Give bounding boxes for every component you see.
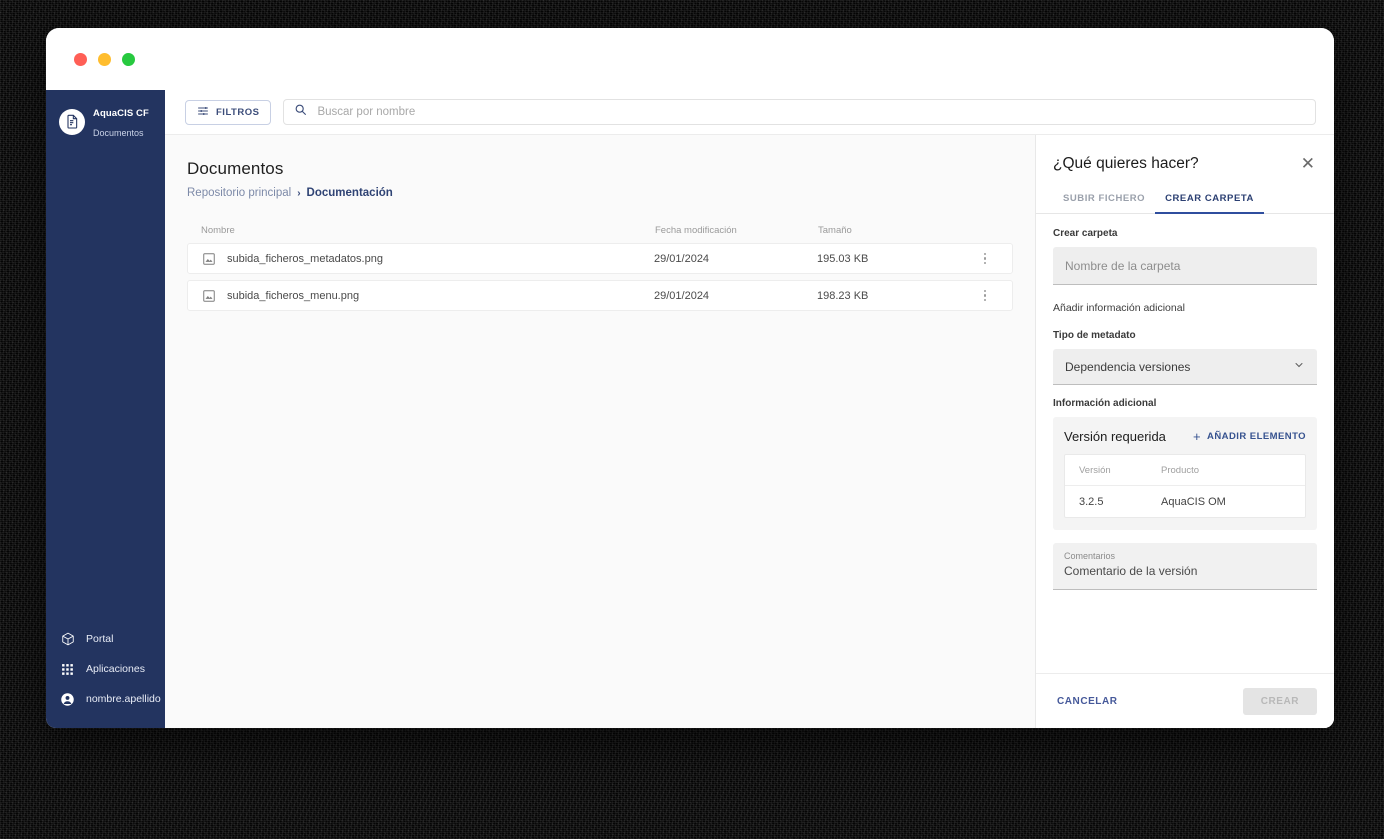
metadata-type-label: Tipo de metadato [1053,330,1136,341]
product-value: AquaCIS OM [1161,495,1226,508]
file-table-body: subida_ficheros_metadatos.png 29/01/2024… [187,243,1013,311]
breadcrumb-current[interactable]: Documentación [307,187,393,199]
table-row[interactable]: subida_ficheros_menu.png 29/01/2024 198.… [187,280,1013,311]
additional-info-label: Añadir información adicional [1053,302,1185,314]
file-size-label: 195.03 KB [817,252,869,265]
sliders-icon [197,105,209,120]
version-value: 3.2.5 [1079,495,1104,508]
comments-field[interactable]: Comentarios Comentario de la versión [1053,543,1317,590]
drawer-footer: CANCELAR CREAR [1036,673,1334,728]
breadcrumb: Repositorio principal › Documentación [187,187,1013,199]
drawer-tabs: SUBIR FICHERO CREAR CARPETA [1036,193,1334,214]
create-folder-label: Crear carpeta [1053,228,1118,239]
version-table-header: Versión Producto [1065,455,1305,486]
minimize-window-button[interactable] [98,52,111,66]
metadata-type-select[interactable]: Dependencia versiones [1053,349,1317,385]
version-required-card: Versión requerida + AÑADIR ELEMENTO Vers… [1053,417,1317,530]
zoom-window-button[interactable] [122,52,135,66]
file-table-header: Nombre Fecha modificación Tamaño [187,225,1013,243]
cube-icon [60,632,75,647]
page-title: Documentos [187,159,284,178]
chevron-down-icon [1293,359,1305,374]
comments-label: Comentarios [1064,551,1116,561]
image-file-icon [202,252,216,266]
sidebar-bottom-nav: Portal Aplicaciones nombre.apellido [46,624,165,728]
file-modified-label: 29/01/2024 [654,252,710,265]
breadcrumb-root[interactable]: Repositorio principal [187,187,291,199]
kebab-menu-icon[interactable] [972,289,998,302]
drawer-body: Crear carpeta Nombre de la carpeta Añadi… [1036,214,1334,673]
folder-name-input[interactable]: Nombre de la carpeta [1053,247,1317,285]
window-titlebar [46,28,1334,90]
tab-subir-fichero[interactable]: SUBIR FICHERO [1053,193,1155,214]
file-name-label: subida_ficheros_menu.png [227,289,360,302]
add-element-label: AÑADIR ELEMENTO [1207,431,1306,442]
sidebar-item-label: nombre.apellido [86,693,161,705]
close-icon[interactable]: ✕ [1299,155,1317,172]
version-card-title: Versión requerida [1064,429,1166,444]
search-input[interactable] [317,106,1305,118]
sidebar-item-label: Portal [86,633,114,645]
file-name-label: subida_ficheros_metadatos.png [227,252,383,265]
image-file-icon [202,289,216,303]
sidebar-item-user[interactable]: nombre.apellido [46,684,165,714]
content-area: Documentos Repositorio principal › Docum… [165,135,1334,728]
tab-crear-carpeta[interactable]: CREAR CARPETA [1155,193,1264,214]
column-header-actions [973,225,999,236]
search-box[interactable] [283,99,1316,125]
traffic-lights [74,52,135,66]
user-account-icon [60,692,75,707]
plus-icon: + [1193,429,1202,444]
additional-info-section-label: Información adicional [1053,398,1157,409]
add-element-button[interactable]: + AÑADIR ELEMENTO [1193,430,1306,443]
column-header-version: Versión [1079,464,1111,476]
left-sidebar: AquaCIS CF Documentos Portal Aplicacione… [46,90,165,728]
grid-apps-icon [60,662,75,677]
version-card-header: Versión requerida + AÑADIR ELEMENTO [1064,429,1306,444]
drawer-title: ¿Qué quieres hacer? [1053,155,1199,172]
file-modified-label: 29/01/2024 [654,289,710,302]
right-drawer: ¿Qué quieres hacer? ✕ SUBIR FICHERO CREA… [1035,135,1334,728]
brand-subtitle: Documentos [93,128,144,138]
filters-label: FILTROS [216,106,260,118]
column-header-modified: Fecha modificación [655,225,737,236]
create-button: CREAR [1242,687,1317,715]
kebab-menu-icon[interactable] [972,252,998,265]
chevron-right-icon: › [297,187,301,199]
top-toolbar: FILTROS [165,90,1334,135]
sidebar-item-portal[interactable]: Portal [46,624,165,654]
app-body: AquaCIS CF Documentos Portal Aplicacione… [46,90,1334,728]
comments-value: Comentario de la versión [1064,564,1198,578]
main-column: FILTROS Documentos Repositorio p [165,90,1334,728]
column-header-producto: Producto [1161,464,1200,476]
brand-block[interactable]: AquaCIS CF Documentos [46,90,165,142]
cancel-button[interactable]: CANCELAR [1053,690,1122,713]
sidebar-item-aplicaciones[interactable]: Aplicaciones [46,654,165,684]
column-header-name: Nombre [201,225,235,236]
close-window-button[interactable] [74,52,87,66]
file-size-label: 198.23 KB [817,289,869,302]
search-icon [294,103,307,121]
version-table: Versión Producto 3.2.5 AquaCIS OM [1064,454,1306,518]
metadata-type-value: Dependencia versiones [1065,359,1191,374]
drawer-header: ¿Qué quieres hacer? ✕ [1036,135,1334,173]
column-header-size: Tamaño [818,225,852,236]
folder-name-placeholder: Nombre de la carpeta [1065,258,1181,273]
brand-title: AquaCIS CF [93,108,149,119]
table-row[interactable]: subida_ficheros_metadatos.png 29/01/2024… [187,243,1013,274]
app-window: AquaCIS CF Documentos Portal Aplicacione… [46,28,1334,728]
filters-button[interactable]: FILTROS [185,99,272,125]
document-app-icon [59,109,85,135]
sidebar-item-label: Aplicaciones [86,663,145,675]
table-row[interactable]: 3.2.5 AquaCIS OM [1065,486,1305,517]
documents-pane: Documentos Repositorio principal › Docum… [165,135,1035,728]
